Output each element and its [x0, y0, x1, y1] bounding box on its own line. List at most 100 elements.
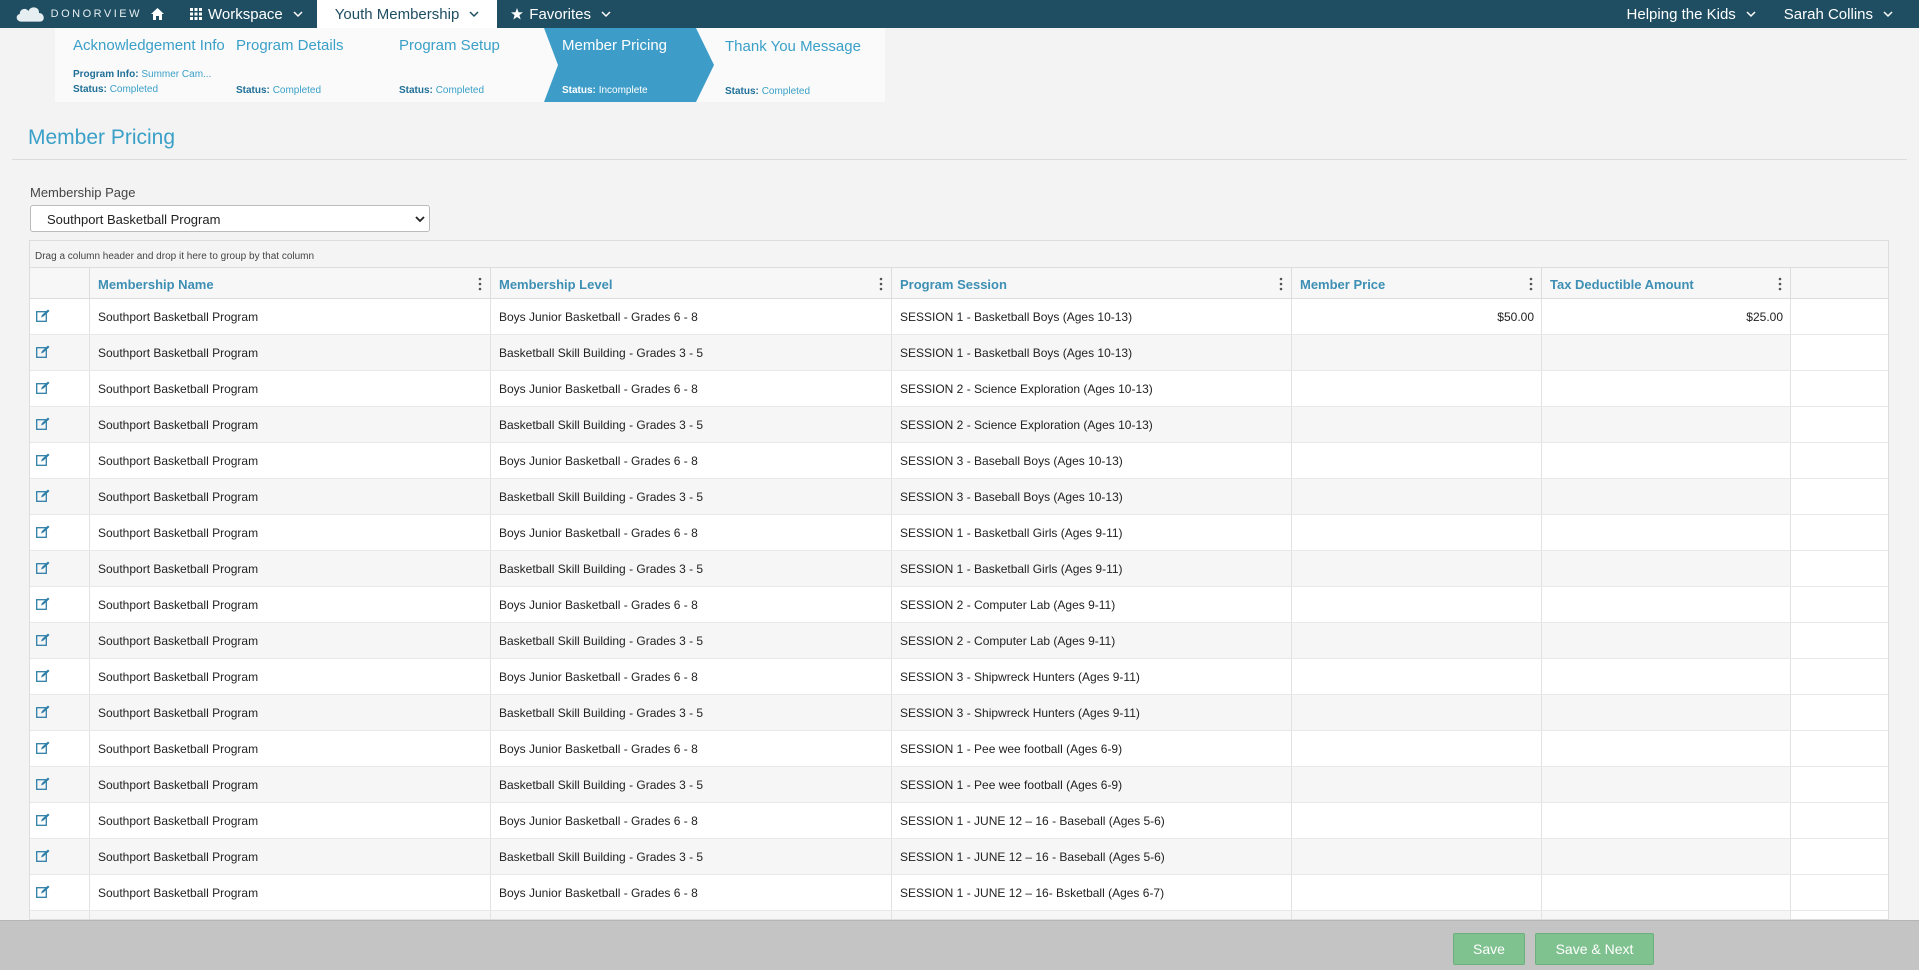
tax-deductible-cell[interactable] [1542, 767, 1791, 802]
workspace-menu[interactable]: Workspace [176, 0, 317, 28]
member-price-cell[interactable] [1292, 443, 1542, 478]
member-price-cell[interactable] [1292, 767, 1542, 802]
edit-row-button[interactable] [30, 443, 90, 478]
step-thank-you-message[interactable]: Thank You Message Status: Completed [707, 28, 885, 102]
edit-icon [36, 453, 50, 466]
edit-icon [36, 381, 50, 394]
user-menu[interactable]: Sarah Collins [1770, 0, 1919, 28]
member-price-cell[interactable] [1292, 587, 1542, 622]
edit-row-button[interactable] [30, 587, 90, 622]
step-acknowledgement-info[interactable]: Acknowledgement Info Program Info: Summe… [55, 28, 225, 102]
tax-deductible-cell[interactable] [1542, 695, 1791, 730]
table-row: Southport Basketball Program Boys Junior … [30, 299, 1888, 335]
member-price-cell[interactable] [1292, 695, 1542, 730]
tax-deductible-cell[interactable] [1542, 479, 1791, 514]
member-price-cell[interactable] [1292, 659, 1542, 694]
table-row: Southport Basketball Program Basketball S… [30, 407, 1888, 443]
tax-deductible-cell[interactable] [1542, 839, 1791, 874]
edit-row-button[interactable] [30, 623, 90, 658]
edit-row-button[interactable] [30, 695, 90, 730]
edit-row-button[interactable] [30, 767, 90, 802]
kebab-menu-icon[interactable] [478, 277, 482, 291]
member-price-cell[interactable] [1292, 551, 1542, 586]
edit-row-button[interactable] [30, 911, 90, 919]
save-button[interactable]: Save [1453, 933, 1525, 965]
tax-deductible-cell[interactable] [1542, 587, 1791, 622]
member-price-cell[interactable] [1292, 371, 1542, 406]
tax-deductible-cell[interactable] [1542, 515, 1791, 550]
tax-deductible-cell[interactable] [1542, 659, 1791, 694]
tax-deductible-cell[interactable]: $25.00 [1542, 299, 1791, 334]
kebab-menu-icon[interactable] [1279, 277, 1283, 291]
member-price-cell[interactable]: $50.00 [1292, 299, 1542, 334]
member-price-cell[interactable] [1292, 731, 1542, 766]
organization-menu[interactable]: Helping the Kids [1613, 0, 1770, 28]
step-status: Status: Completed [725, 86, 810, 97]
step-program-details[interactable]: Program Details Status: Completed [218, 28, 381, 102]
step-status: Status: Completed [236, 85, 321, 96]
column-header-label: Membership Level [499, 277, 613, 292]
step-program-setup[interactable]: Program Setup Status: Completed [381, 28, 544, 102]
edit-row-button[interactable] [30, 659, 90, 694]
membership-level-cell: Basketball Skill Building - Grades 3 - 5 [491, 767, 892, 802]
member-price-cell[interactable] [1292, 803, 1542, 838]
tax-deductible-cell[interactable] [1542, 335, 1791, 370]
tax-deductible-cell[interactable] [1542, 731, 1791, 766]
tab-youth-membership[interactable]: Youth Membership [316, 0, 498, 28]
tax-deductible-cell[interactable] [1542, 911, 1791, 919]
edit-row-button[interactable] [30, 803, 90, 838]
edit-row-button[interactable] [30, 551, 90, 586]
edit-row-button[interactable] [30, 479, 90, 514]
member-price-cell[interactable] [1292, 479, 1542, 514]
member-price-cell[interactable] [1292, 407, 1542, 442]
group-by-panel[interactable]: Drag a column header and drop it here to… [30, 241, 1888, 268]
kebab-menu-icon[interactable] [879, 277, 883, 291]
column-header-member-price[interactable]: Member Price [1292, 268, 1542, 298]
step-title: Member Pricing [562, 37, 668, 54]
column-header-membership-level[interactable]: Membership Level [491, 268, 892, 298]
edit-row-button[interactable] [30, 407, 90, 442]
tax-deductible-cell[interactable] [1542, 551, 1791, 586]
membership-level-cell: Boys Junior Basketball - Grades 6 - 8 [491, 299, 892, 334]
column-header-tax-deductible-amount[interactable]: Tax Deductible Amount [1542, 268, 1791, 298]
home-button[interactable] [144, 8, 170, 20]
save-and-next-button[interactable]: Save & Next [1535, 933, 1654, 965]
edit-row-button[interactable] [30, 875, 90, 910]
membership-name-cell: Southport Basketball Program [90, 767, 491, 802]
membership-name-cell: Southport Basketball Program [90, 731, 491, 766]
tax-deductible-cell[interactable] [1542, 407, 1791, 442]
row-filler [1791, 695, 1888, 730]
column-header-membership-name[interactable]: Membership Name [90, 268, 491, 298]
tax-deductible-cell[interactable] [1542, 371, 1791, 406]
member-price-cell[interactable] [1292, 515, 1542, 550]
member-price-cell[interactable] [1292, 335, 1542, 370]
edit-row-button[interactable] [30, 299, 90, 334]
kebab-menu-icon[interactable] [1778, 277, 1782, 291]
edit-row-button[interactable] [30, 371, 90, 406]
kebab-menu-icon[interactable] [1529, 277, 1533, 291]
top-navigation-bar: DONORVIEW Workspace Youth Membership Fav… [0, 0, 1919, 28]
step-member-pricing[interactable]: Member Pricing Status: Incomplete [544, 28, 724, 102]
chevron-down-icon [601, 11, 611, 18]
tax-deductible-cell[interactable] [1542, 803, 1791, 838]
member-price-cell[interactable] [1292, 911, 1542, 919]
favorites-menu[interactable]: Favorites [497, 0, 625, 28]
edit-row-button[interactable] [30, 335, 90, 370]
member-price-cell[interactable] [1292, 839, 1542, 874]
edit-row-button[interactable] [30, 515, 90, 550]
member-price-cell[interactable] [1292, 875, 1542, 910]
star-icon [511, 8, 524, 20]
membership-level-cell: Basketball Skill Building - Grades 3 - 5 [491, 407, 892, 442]
donorview-logo[interactable]: DONORVIEW [0, 4, 142, 24]
column-header-program-session[interactable]: Program Session [892, 268, 1292, 298]
edit-row-button[interactable] [30, 839, 90, 874]
membership-page-select[interactable]: Southport Basketball Program [30, 205, 430, 232]
tax-deductible-cell[interactable] [1542, 875, 1791, 910]
status-value: Incomplete [598, 85, 648, 96]
table-row: Southport Basketball Program Basketball S… [30, 551, 1888, 587]
member-price-cell[interactable] [1292, 623, 1542, 658]
tax-deductible-cell[interactable] [1542, 443, 1791, 478]
tax-deductible-cell[interactable] [1542, 623, 1791, 658]
edit-row-button[interactable] [30, 731, 90, 766]
step-status: Status: Incomplete [562, 85, 648, 96]
